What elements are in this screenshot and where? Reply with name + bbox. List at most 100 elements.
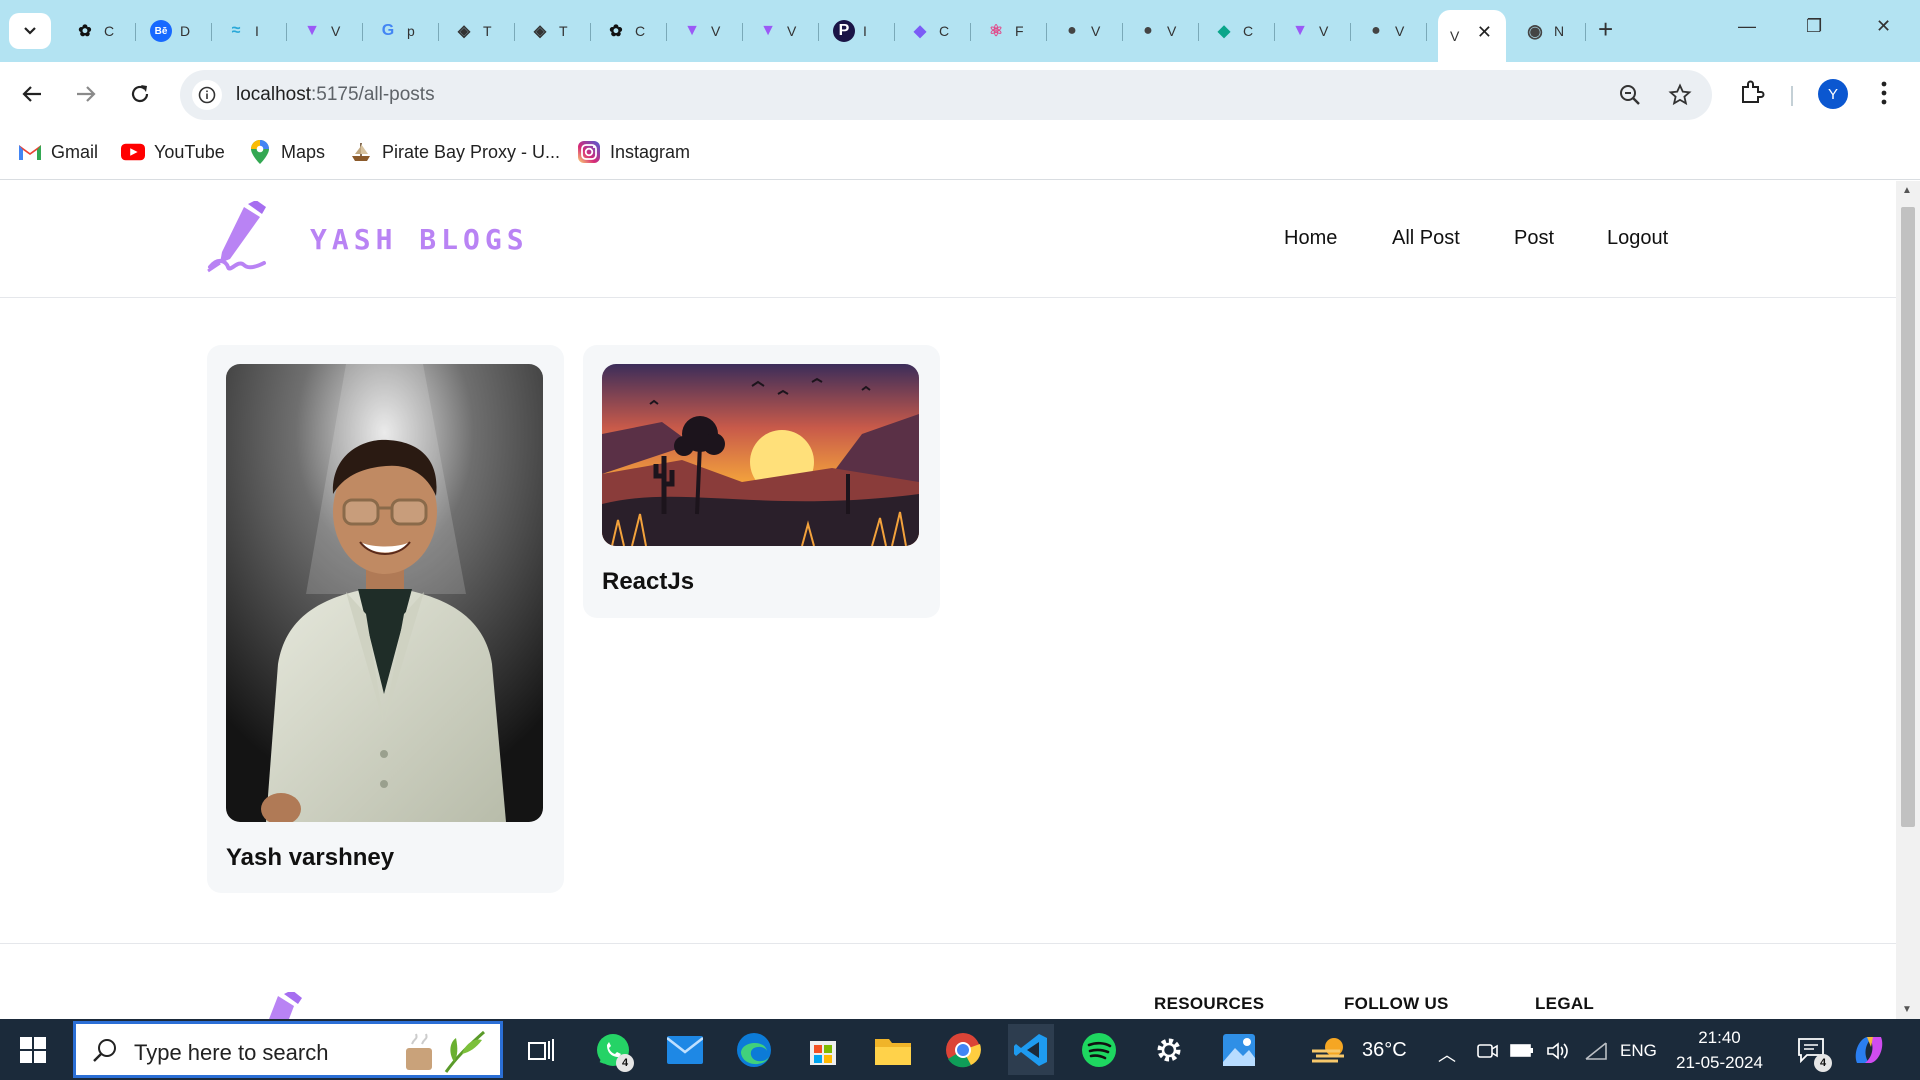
browser-tab[interactable]: ▼ V [289, 10, 363, 52]
browser-tab[interactable]: ✿ C [593, 10, 667, 52]
globe-icon: ● [1067, 22, 1077, 39]
post-title[interactable]: Yash varshney [226, 844, 545, 872]
scrollbar-thumb[interactable] [1901, 207, 1915, 827]
battery-icon[interactable] [1510, 1041, 1534, 1064]
spotify-icon[interactable] [1078, 1029, 1120, 1071]
browser-tab[interactable]: ◉ N [1512, 10, 1586, 52]
weather-widget[interactable]: 36°C [1310, 1035, 1407, 1065]
copilot-icon[interactable] [1848, 1029, 1890, 1071]
tab-label: C [939, 23, 950, 39]
mail-icon[interactable] [664, 1029, 706, 1071]
bookmark-star-icon[interactable] [1668, 83, 1692, 112]
scroll-down-icon[interactable]: ▼ [1902, 1004, 1912, 1015]
window-close-icon[interactable]: ✕ [1876, 16, 1891, 37]
vite-icon: ▼ [684, 22, 700, 39]
language-indicator[interactable]: ENG [1620, 1041, 1657, 1061]
tab-label: F [1015, 23, 1024, 39]
browser-tab[interactable]: ≈ I [213, 10, 287, 52]
post-thumbnail[interactable] [602, 364, 919, 546]
volume-icon[interactable] [1546, 1041, 1570, 1066]
restore-icon[interactable]: ❐ [1806, 16, 1822, 37]
browser-menu-icon[interactable] [1880, 79, 1888, 112]
chevron-up-icon[interactable]: ︿ [1438, 1041, 1456, 1067]
forward-button[interactable] [70, 78, 102, 110]
nav-logout[interactable]: Logout [1607, 227, 1668, 250]
browser-tab[interactable]: ◆ C [1201, 10, 1275, 52]
bookmark-instagram[interactable]: Instagram [577, 140, 690, 164]
p-circle-icon: P [833, 20, 855, 42]
browser-tab[interactable]: ● V [1125, 10, 1199, 52]
browser-tab[interactable]: ⚛ F [973, 10, 1047, 52]
tab-label: I [863, 23, 867, 39]
arrow-left-icon [22, 86, 41, 102]
bookmarks-bar: Gmail YouTube Maps Pirate Bay Proxy - U.… [0, 126, 1920, 180]
bookmark-youtube[interactable]: YouTube [121, 140, 225, 164]
nav-home[interactable]: Home [1284, 227, 1337, 250]
camera-icon[interactable] [1476, 1041, 1498, 1066]
browser-tab[interactable]: Gp [365, 10, 439, 52]
chrome-icon[interactable] [942, 1029, 984, 1071]
minimize-icon[interactable]: ― [1738, 16, 1756, 37]
browser-tab[interactable]: Bē D [138, 10, 212, 52]
browser-tab[interactable]: PI [821, 10, 895, 52]
tab-active[interactable]: V ✕ [1438, 10, 1506, 62]
post-card[interactable]: ReactJs [583, 345, 940, 618]
taskbar-search-input[interactable]: Type here to search [73, 1021, 503, 1078]
site-logo[interactable]: YASH BLOGS [204, 201, 529, 277]
windows-start-icon[interactable] [20, 1037, 46, 1068]
tab-label: C [635, 23, 646, 39]
browser-tab[interactable]: ▼ V [1277, 10, 1351, 52]
back-button[interactable] [16, 78, 48, 110]
browser-tab[interactable]: ● V [1353, 10, 1427, 52]
profile-avatar[interactable]: Y [1818, 79, 1848, 109]
reload-icon [131, 85, 149, 103]
browser-tab[interactable]: ▼ V [745, 10, 819, 52]
microsoft-store-icon[interactable] [802, 1029, 844, 1071]
nav-post[interactable]: Post [1514, 227, 1554, 250]
file-explorer-icon[interactable] [872, 1029, 914, 1071]
new-tab-button[interactable]: + [1598, 14, 1613, 45]
photos-icon[interactable] [1218, 1029, 1260, 1071]
chrome-icon: ◉ [1527, 20, 1543, 41]
scroll-up-icon[interactable]: ▲ [1902, 185, 1912, 196]
desert-sunset-illustration [602, 364, 919, 546]
post-title[interactable]: ReactJs [602, 568, 921, 596]
tab-label: T [559, 23, 568, 39]
system-clock[interactable]: 21:40 21-05-2024 [1676, 1025, 1763, 1075]
url-text[interactable]: localhost:5175/all-posts [236, 84, 435, 106]
bookmark-pirate-bay[interactable]: Pirate Bay Proxy - U... [349, 140, 560, 164]
page-scrollbar[interactable]: ▲ ▼ [1896, 181, 1920, 1019]
task-view-icon[interactable] [520, 1029, 562, 1071]
address-bar[interactable]: localhost:5175/all-posts [180, 70, 1712, 120]
edge-icon[interactable] [733, 1029, 775, 1071]
post-card[interactable]: Yash varshney [207, 345, 564, 893]
tab-label: V [711, 23, 721, 39]
vscode-icon[interactable] [1008, 1024, 1054, 1075]
notifications-icon[interactable]: 4 [1790, 1029, 1832, 1072]
browser-tab[interactable]: ◆ C [897, 10, 971, 52]
whatsapp-icon[interactable]: 4 [592, 1029, 634, 1072]
wifi-icon[interactable] [1584, 1041, 1608, 1066]
layers-icon: ◈ [457, 23, 471, 40]
tab-label: C [1243, 23, 1254, 39]
browser-tab[interactable]: ◈ T [517, 10, 591, 52]
reload-button[interactable] [124, 78, 156, 110]
bookmark-maps[interactable]: Maps [248, 140, 325, 164]
settings-gear-icon[interactable] [1148, 1029, 1190, 1071]
globe-icon: ● [1143, 22, 1153, 39]
browser-tab[interactable]: ▼ V [669, 10, 743, 52]
tab-search-button[interactable] [9, 13, 51, 49]
close-tab-icon[interactable]: ✕ [1477, 22, 1492, 43]
extensions-icon[interactable] [1738, 78, 1766, 111]
browser-tab[interactable]: ✿ C [62, 10, 136, 52]
browser-tab-strip: ✿ C Bē D ≈ I ▼ V Gp ◈ T ◈ T ✿ C ▼ V ▼ V P I ◆ C ⚛ F ● V ● V ◆ C ▼ V ● V ◉ N … [0, 0, 1920, 62]
browser-tab[interactable]: ◈ T [441, 10, 515, 52]
post-thumbnail[interactable] [226, 364, 543, 822]
nav-all-post[interactable]: All Post [1392, 227, 1460, 250]
footer-heading-resources: RESOURCES [1154, 994, 1265, 1013]
zoom-icon[interactable] [1618, 83, 1642, 112]
site-info-icon[interactable] [192, 80, 222, 110]
browser-tab[interactable]: ● V [1049, 10, 1123, 52]
windows-taskbar: Type here to search 4 36°C ︿ ENG 21:40 2… [0, 1019, 1920, 1080]
bookmark-gmail[interactable]: Gmail [18, 140, 98, 164]
